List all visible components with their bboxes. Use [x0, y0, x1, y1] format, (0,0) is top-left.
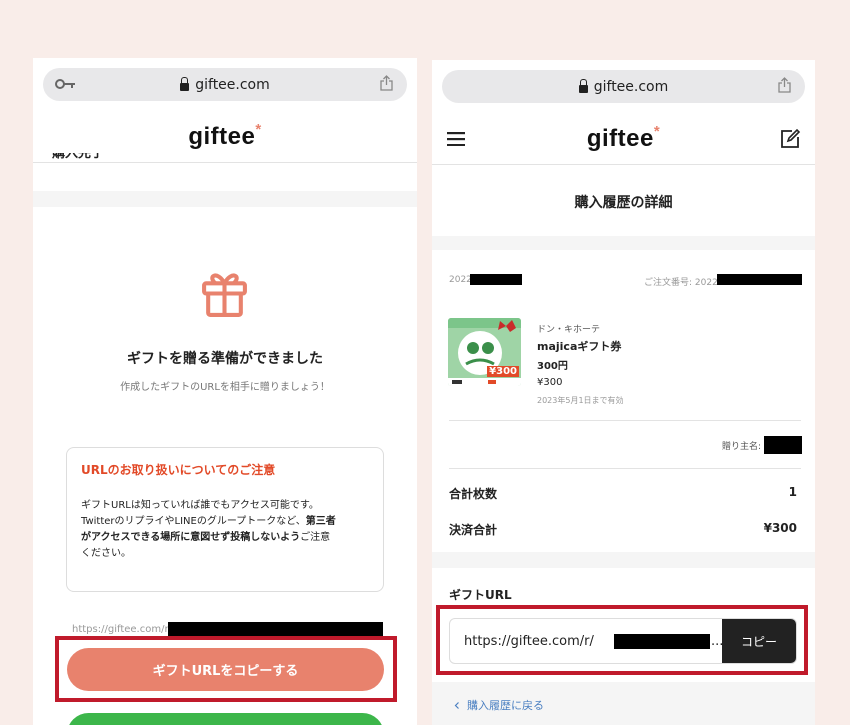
product-name: majicaギフト券	[537, 340, 622, 353]
giftee-logo[interactable]: giftee*	[587, 123, 660, 153]
lock-icon	[578, 78, 588, 93]
brand-name: ドン・キホーテ	[537, 325, 601, 335]
cutoff-heading: 購入完了	[52, 153, 105, 161]
order-number-label: ご注文番号: 2022	[644, 278, 718, 288]
notice-line-3: がアクセスできる場所に意図せず投稿しないよう	[81, 532, 301, 543]
key-icon[interactable]	[55, 77, 77, 91]
notice-line-2: TwitterのリプライやLINEのグループトークなど、	[81, 516, 306, 527]
gift-card-image: ¥300	[448, 318, 521, 386]
divider	[449, 420, 801, 421]
lock-icon	[180, 76, 190, 91]
share-icon[interactable]	[778, 77, 791, 93]
giftee-logo[interactable]: giftee*	[188, 121, 261, 151]
payment-total-label: 決済合計	[449, 523, 498, 537]
expiry-date: 2023年5月1日まで有効	[537, 396, 624, 405]
share-button-green[interactable]	[67, 713, 384, 725]
notice-line-4: ください。	[81, 548, 131, 559]
divider	[449, 468, 801, 469]
redacted-date	[470, 274, 522, 285]
edit-icon[interactable]	[779, 128, 801, 150]
copy-button-label: コピー	[740, 634, 777, 649]
notice-line-1: ギフトURLは知っていれば誰でもアクセス可能です。	[81, 500, 319, 511]
browser-domain: giftee.com	[195, 76, 270, 93]
redacted-gift-url	[614, 634, 710, 649]
left-screen: giftee.com giftee* 購入完了 ギフトを贈る準備ができました 作…	[33, 58, 417, 725]
share-icon[interactable]	[380, 75, 393, 91]
copy-gift-url-button[interactable]: ギフトURLをコピーする	[67, 648, 384, 691]
product-amount: 300円	[537, 361, 568, 372]
redacted-recipient	[764, 436, 802, 454]
total-count-value: 1	[788, 485, 797, 499]
gift-url-value: https://giftee.com/r/	[464, 634, 594, 649]
gift-ready-title: ギフトを贈る準備ができました	[127, 351, 323, 367]
browser-address-bar[interactable]: giftee.com	[43, 68, 407, 101]
recipient-label: 贈り主名:	[722, 442, 762, 452]
section-divider	[432, 552, 815, 568]
card-price-label: ¥300	[487, 366, 519, 377]
total-count-label: 合計枚数	[449, 487, 498, 501]
hamburger-menu-icon[interactable]	[447, 132, 465, 146]
gift-ready-subtitle: 作成したギフトのURLを相手に贈りましょう！	[120, 382, 330, 393]
notice-emphasis-2: ご注意	[300, 532, 331, 543]
gift-icon	[202, 273, 247, 317]
browser-domain: giftee.com	[593, 78, 669, 95]
chevron-left-icon	[454, 701, 459, 709]
right-screen: giftee.com giftee* 購入履歴の詳細 2022/ ご注文番号: …	[432, 60, 815, 725]
payment-total-value: ¥300	[763, 521, 797, 535]
product-price: ¥300	[537, 377, 563, 388]
back-to-history-link[interactable]: 購入履歴に戻る	[454, 697, 544, 713]
browser-address-bar[interactable]: giftee.com	[442, 70, 805, 103]
back-to-history-label: 購入履歴に戻る	[467, 699, 544, 712]
notice-title: URLのお取り扱いについてのご注意	[81, 463, 276, 477]
gift-url-label: ギフトURL	[449, 588, 512, 602]
url-notice-box: URLのお取り扱いについてのご注意 ギフトURLは知っていれば誰でもアクセス可能…	[66, 447, 384, 592]
gift-url-field[interactable]: https://giftee.com/r/ ... コピー	[449, 618, 797, 664]
redacted-order-number	[717, 274, 802, 285]
section-divider	[432, 236, 815, 250]
copy-button[interactable]: コピー	[722, 619, 796, 663]
page-title: 購入履歴の詳細	[574, 195, 673, 211]
gift-url-text: https://giftee.com/r/	[72, 624, 172, 635]
copy-gift-url-label: ギフトURLをコピーする	[152, 664, 299, 679]
section-divider	[33, 191, 417, 207]
notice-emphasis-1: 第三者	[305, 516, 336, 527]
redacted-url	[168, 622, 383, 636]
site-header: giftee*	[432, 113, 815, 165]
